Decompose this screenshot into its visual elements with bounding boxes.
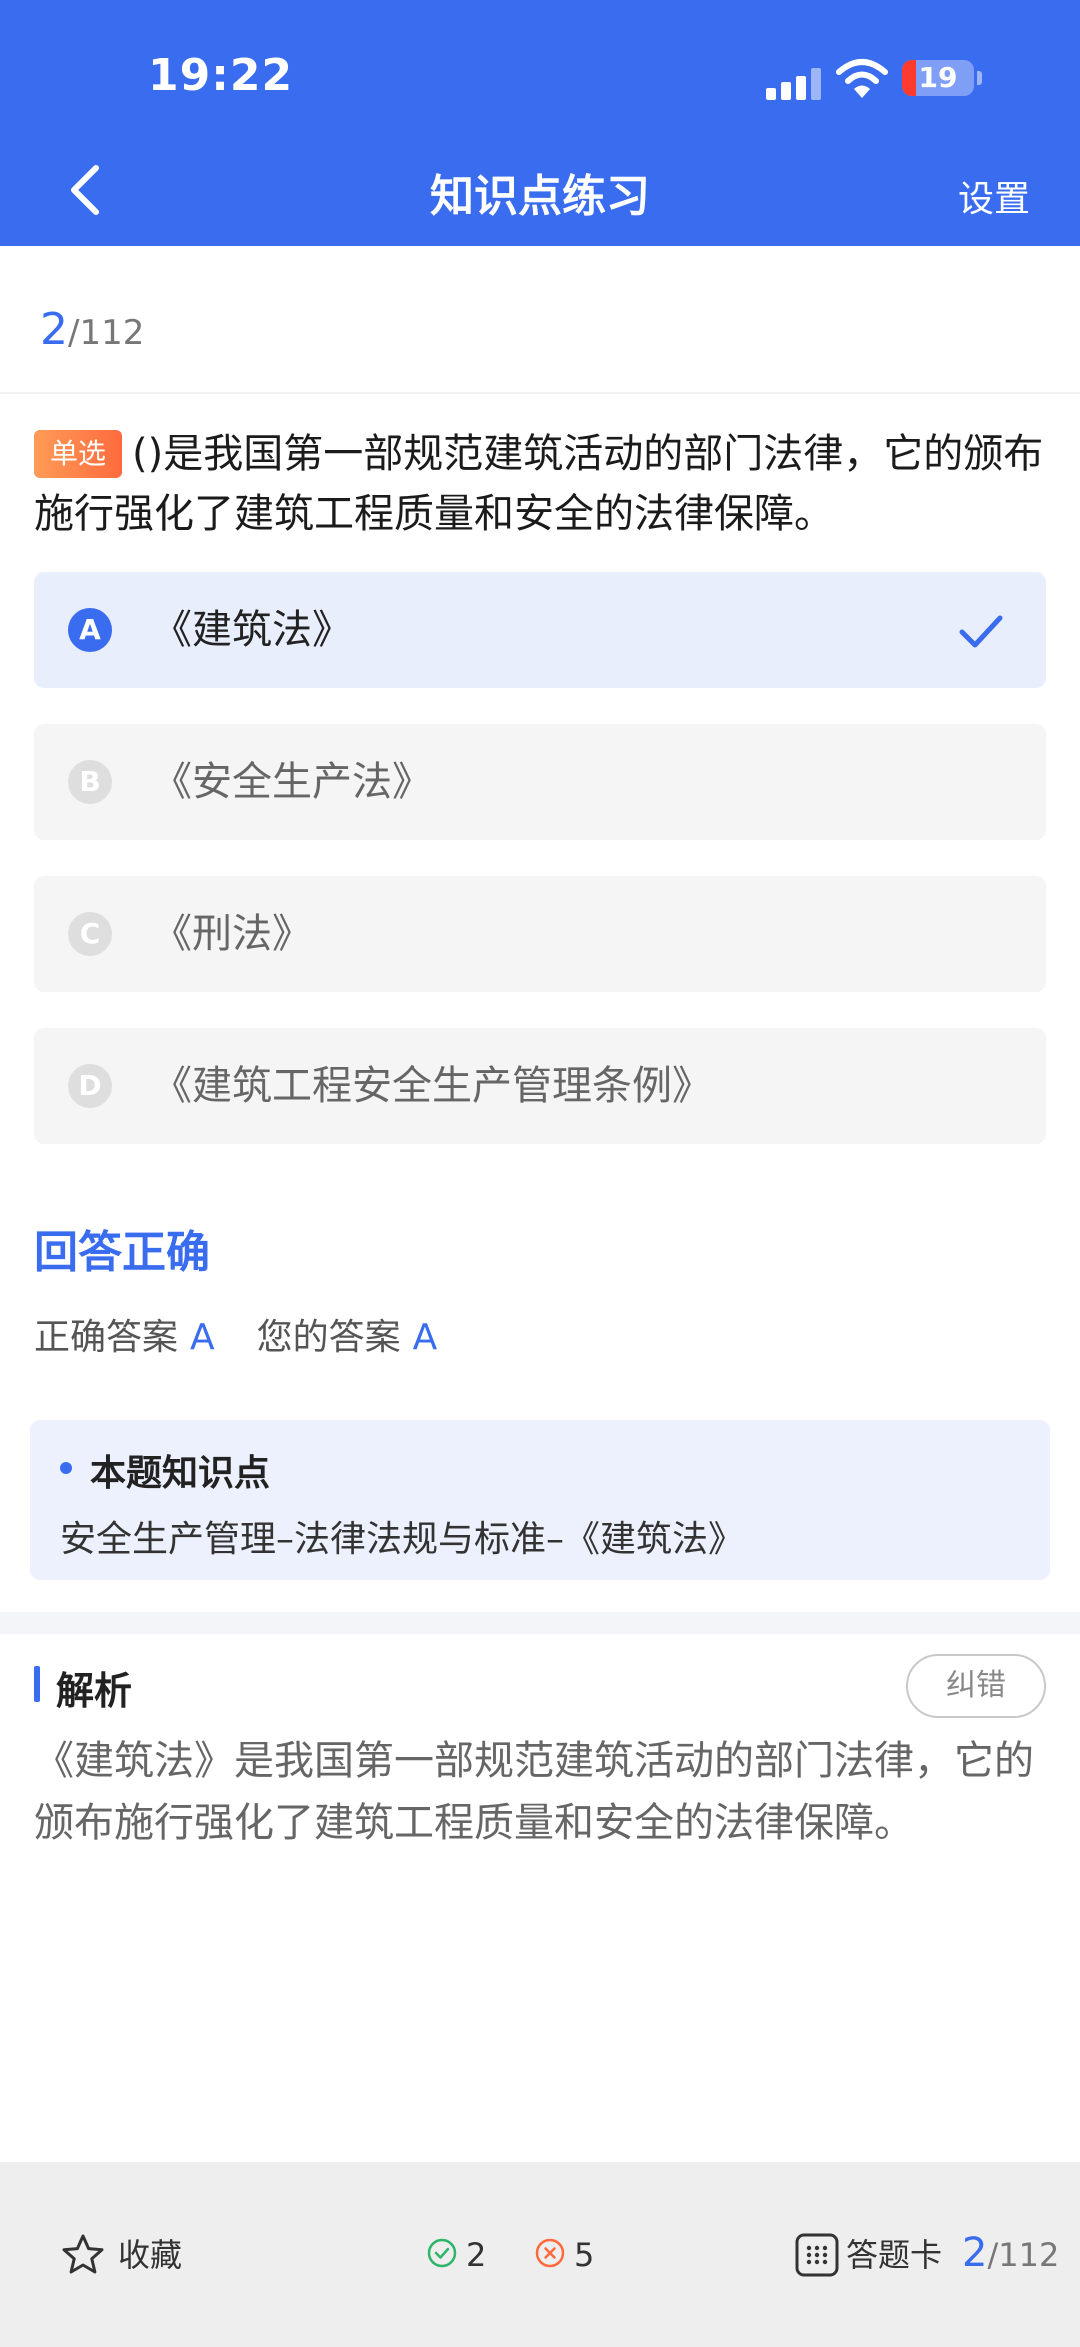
report-error-button[interactable]: 纠错 — [906, 1654, 1046, 1718]
option-letter-badge: C — [68, 912, 112, 956]
app-header: 19:22 19 知识点练习 设置 — [0, 0, 1080, 246]
option-a[interactable]: A 《建筑法》 — [34, 572, 1046, 688]
correct-answer-value: A — [190, 1317, 215, 1358]
bullet-dot-icon — [60, 1462, 72, 1474]
page-title: 知识点练习 — [430, 171, 650, 222]
divider — [0, 392, 1080, 394]
answer-card-grid-icon[interactable] — [794, 2232, 840, 2278]
cellular-signal-icon — [766, 66, 822, 100]
option-text: 《安全生产法》 — [152, 759, 432, 805]
section-marker — [34, 1666, 40, 1702]
checkmark-icon — [959, 615, 1003, 648]
wrong-x-circle-icon — [535, 2238, 565, 2268]
wrong-count: 5 — [574, 2236, 595, 2274]
favorite-button[interactable]: 收藏 — [118, 2232, 182, 2278]
option-text: 《建筑法》 — [152, 607, 352, 653]
battery-level: 19 — [918, 61, 958, 94]
option-b[interactable]: B 《安全生产法》 — [34, 724, 1046, 840]
current-question-number: 2 — [40, 304, 68, 355]
analysis-title: 解析 — [56, 1669, 133, 1713]
section-gap — [0, 1612, 1080, 1634]
correct-answer-label: 正确答案 — [34, 1317, 179, 1358]
analysis-text: 《建筑法》是我国第一部规范建筑活动的部门法律，它的颁布施行强化了建筑工程质量和安… — [34, 1738, 1034, 1846]
option-letter-badge: D — [68, 1064, 112, 1108]
answer-card-button[interactable]: 答题卡 — [846, 2232, 942, 2278]
option-letter-badge: A — [68, 608, 112, 652]
option-letter-badge: B — [68, 760, 112, 804]
your-answer-value: A — [412, 1317, 438, 1358]
knowledge-point-text[interactable]: 安全生产管理–法律法规与标准–《建筑法》 — [60, 1510, 744, 1562]
your-answer-label: 您的答案 — [256, 1317, 401, 1358]
correct-count: 2 — [466, 2236, 487, 2274]
star-icon[interactable] — [60, 2232, 106, 2278]
option-c[interactable]: C 《刑法》 — [34, 876, 1046, 992]
knowledge-point-card: 本题知识点 安全生产管理–法律法规与标准–《建筑法》 — [30, 1420, 1050, 1580]
question-counter: 2/112 — [40, 304, 144, 355]
status-time: 19:22 — [148, 50, 294, 101]
bottom-current-number: 2 — [962, 2230, 988, 2276]
bottom-toolbar: 收藏 2 5 答题卡 2/112 — [0, 2162, 1080, 2347]
question-type-tag: 单选 — [34, 430, 123, 478]
wifi-icon — [836, 59, 888, 98]
answer-result-status: 回答正确 — [34, 1227, 210, 1278]
option-text: 《建筑工程安全生产管理条例》 — [152, 1063, 712, 1109]
knowledge-point-title: 本题知识点 — [90, 1453, 271, 1494]
question-stem: 单选 ()是我国第一部规范建筑活动的部门法律，它的颁布施行强化了建筑工程质量和安全… — [34, 424, 1050, 544]
bottom-question-counter: 2/112 — [962, 2228, 1059, 2286]
question-text: ()是我国第一部规范建筑活动的部门法律，它的颁布施行强化了建筑工程质量和安全的法… — [34, 431, 1044, 537]
bottom-total: /112 — [987, 2236, 1060, 2274]
answer-summary: 正确答案 A 您的答案 A — [34, 1308, 479, 1360]
correct-check-circle-icon — [427, 2238, 457, 2268]
option-d[interactable]: D 《建筑工程安全生产管理条例》 — [34, 1028, 1046, 1144]
total-questions: /112 — [68, 313, 145, 353]
battery-icon: 19 — [902, 60, 974, 96]
option-text: 《刑法》 — [152, 911, 312, 957]
settings-button[interactable]: 设置 — [958, 170, 1030, 222]
